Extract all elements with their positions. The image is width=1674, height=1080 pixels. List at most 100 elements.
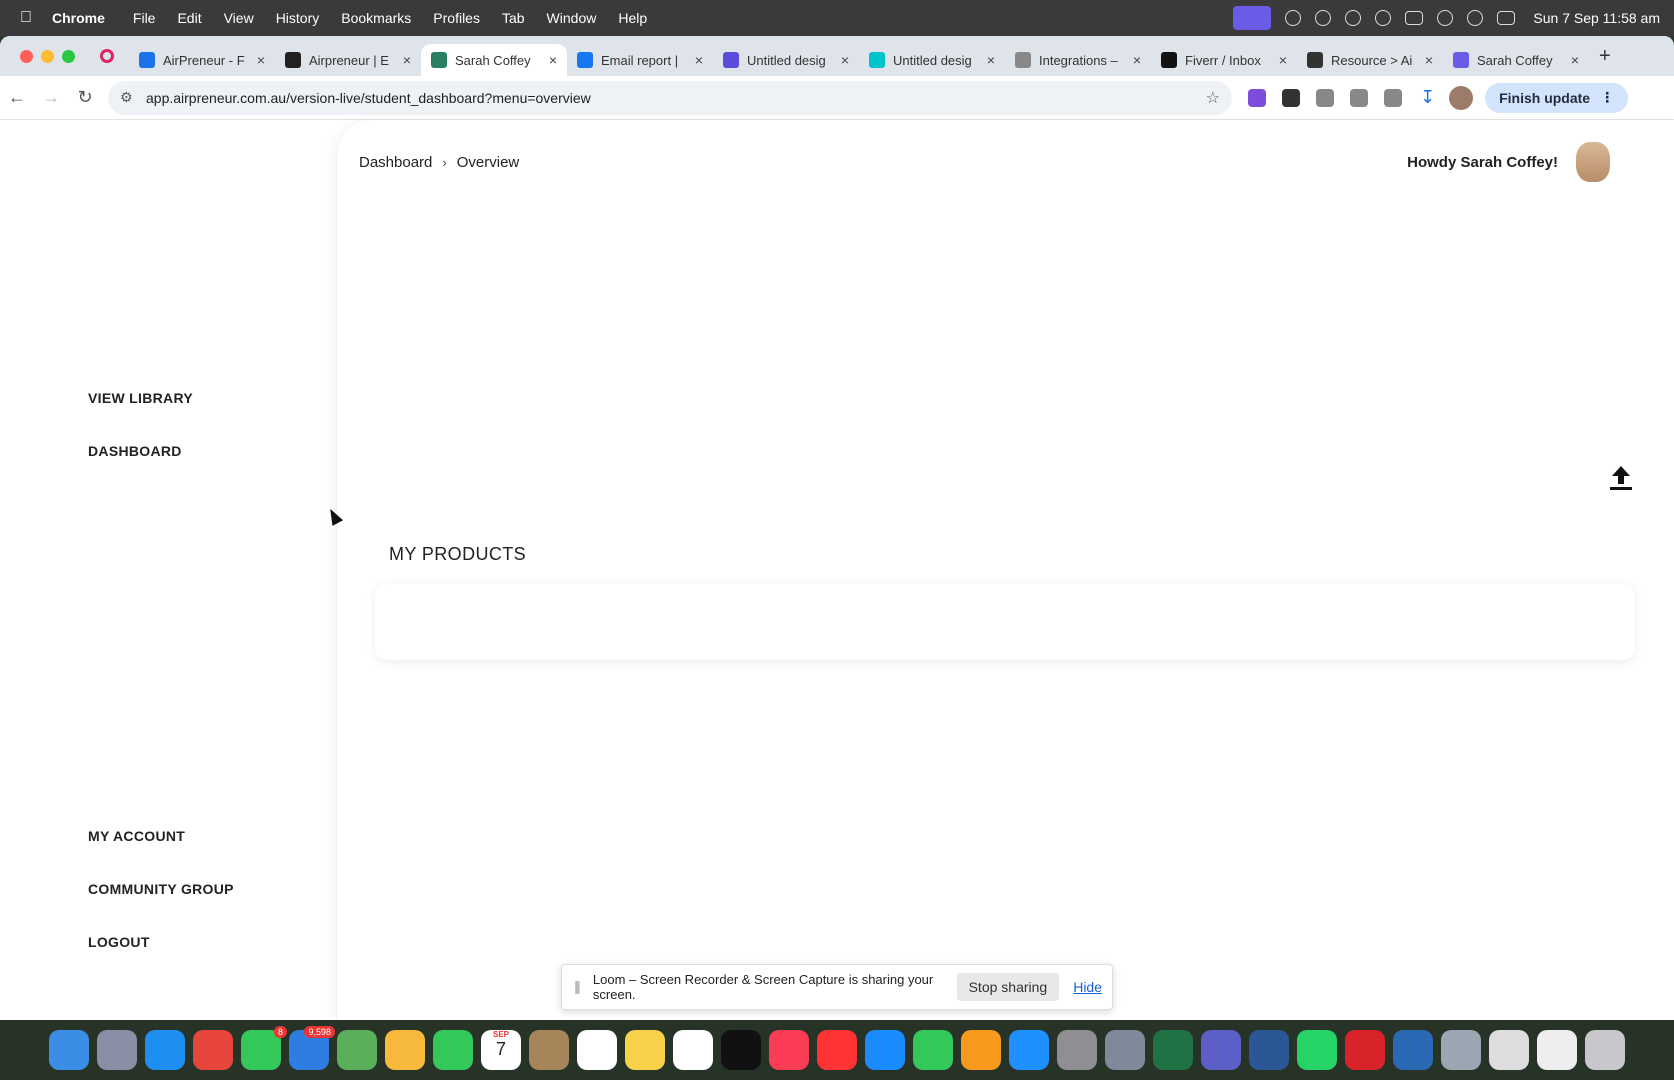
control-center-icon[interactable] bbox=[1497, 11, 1516, 25]
chrome-icon[interactable] bbox=[193, 1030, 233, 1070]
file-stack-icon[interactable] bbox=[1537, 1030, 1577, 1070]
close-tab-icon[interactable]: × bbox=[987, 52, 995, 68]
extension-icon[interactable] bbox=[1282, 88, 1300, 107]
new-tab-button[interactable]: + bbox=[1599, 45, 1611, 68]
menu-edit[interactable]: Edit bbox=[177, 10, 201, 26]
tab-5[interactable]: Untitled desig × bbox=[859, 44, 1005, 76]
menu-help[interactable]: Help bbox=[618, 10, 647, 26]
close-tab-icon[interactable]: × bbox=[1279, 52, 1287, 68]
back-icon[interactable]: ← bbox=[0, 87, 34, 108]
bookmark-star-icon[interactable]: ☆ bbox=[1206, 88, 1220, 108]
music-icon[interactable] bbox=[769, 1030, 809, 1070]
close-tab-icon[interactable]: × bbox=[257, 52, 265, 68]
play-icon[interactable] bbox=[1375, 10, 1392, 26]
notes-icon[interactable] bbox=[625, 1030, 665, 1070]
calendar-icon[interactable]: SEP 7 bbox=[481, 1030, 521, 1070]
numbers-icon[interactable] bbox=[913, 1030, 953, 1070]
loom-extension-icon[interactable] bbox=[1248, 88, 1266, 107]
close-tab-icon[interactable]: × bbox=[695, 52, 703, 68]
screen-share-icon[interactable] bbox=[1233, 6, 1272, 30]
menu-tab[interactable]: Tab bbox=[502, 10, 525, 26]
sidebar-item-community-group[interactable]: COMMUNITY GROUP bbox=[88, 881, 234, 897]
tab-0[interactable]: AirPreneur - F × bbox=[129, 44, 275, 76]
reload-icon[interactable]: ↻ bbox=[68, 87, 102, 108]
tab-2[interactable]: Sarah Coffey × bbox=[421, 44, 567, 76]
maps-icon[interactable] bbox=[337, 1030, 377, 1070]
hide-banner-link[interactable]: Hide bbox=[1073, 979, 1102, 995]
battery-icon[interactable] bbox=[1405, 11, 1424, 25]
menu-view[interactable]: View bbox=[224, 10, 254, 26]
minimize-window-button[interactable] bbox=[41, 49, 54, 63]
menu-window[interactable]: Window bbox=[547, 10, 597, 26]
app-store-icon[interactable] bbox=[1009, 1030, 1049, 1070]
apple-icon[interactable]:  bbox=[0, 9, 52, 27]
sidebar-item-my-account[interactable]: MY ACCOUNT bbox=[88, 828, 185, 844]
acrobat-icon[interactable] bbox=[1345, 1030, 1385, 1070]
close-tab-icon[interactable]: × bbox=[549, 52, 557, 68]
forward-icon[interactable]: → bbox=[34, 87, 68, 108]
tab-6[interactable]: Integrations – × bbox=[1005, 44, 1151, 76]
tab-4[interactable]: Untitled desig × bbox=[713, 44, 859, 76]
document-icon[interactable] bbox=[1489, 1030, 1529, 1070]
pages-icon[interactable] bbox=[961, 1030, 1001, 1070]
upload-icon[interactable] bbox=[1608, 464, 1634, 492]
user-icon[interactable] bbox=[1345, 10, 1362, 26]
facetime-icon[interactable] bbox=[433, 1030, 473, 1070]
menu-app-name[interactable]: Chrome bbox=[52, 10, 105, 26]
cloud-icon[interactable] bbox=[1285, 10, 1302, 26]
breadcrumb-dashboard[interactable]: Dashboard bbox=[359, 154, 432, 171]
close-tab-icon[interactable]: × bbox=[1425, 52, 1433, 68]
site-info-icon[interactable]: ⚙ bbox=[120, 89, 136, 106]
contacts-icon[interactable] bbox=[529, 1030, 569, 1070]
system-settings-icon[interactable] bbox=[1057, 1030, 1097, 1070]
tab-8[interactable]: Resource > Ai × bbox=[1297, 44, 1443, 76]
sidebar-item-view-library[interactable]: VIEW LIBRARY bbox=[88, 390, 193, 406]
tab-7[interactable]: Fiverr / Inbox × bbox=[1151, 44, 1297, 76]
search-icon[interactable] bbox=[1467, 10, 1484, 26]
brain-icon[interactable] bbox=[1315, 10, 1332, 26]
safari-icon[interactable] bbox=[145, 1030, 185, 1070]
camera-icon[interactable] bbox=[1316, 88, 1334, 107]
tab-9[interactable]: Sarah Coffey × bbox=[1443, 44, 1589, 76]
close-tab-icon[interactable]: × bbox=[1133, 52, 1141, 68]
mail-icon[interactable]: 9,598 bbox=[289, 1026, 335, 1070]
finish-update-button[interactable]: Finish update ⋮ bbox=[1485, 82, 1629, 113]
puzzle-extensions-icon[interactable] bbox=[1350, 88, 1368, 107]
tab-search-icon[interactable] bbox=[1384, 88, 1402, 107]
menu-history[interactable]: History bbox=[276, 10, 320, 26]
user-avatar[interactable] bbox=[1576, 142, 1610, 182]
freeform-icon[interactable] bbox=[673, 1030, 713, 1070]
teams-icon[interactable] bbox=[1201, 1030, 1241, 1070]
excel-icon[interactable] bbox=[1153, 1030, 1193, 1070]
launchpad-icon[interactable] bbox=[97, 1030, 137, 1070]
reminders-icon[interactable] bbox=[577, 1030, 617, 1070]
drag-handle-icon[interactable]: ❚ bbox=[572, 979, 583, 995]
tab-1[interactable]: Airpreneur | E × bbox=[275, 44, 421, 76]
download-icon[interactable]: ↧ bbox=[1420, 87, 1435, 108]
recording-tab[interactable] bbox=[93, 49, 121, 63]
url-text[interactable]: app.airpreneur.com.au/version-live/stude… bbox=[146, 90, 1206, 106]
keynote-icon[interactable] bbox=[865, 1030, 905, 1070]
stop-sharing-button[interactable]: Stop sharing bbox=[956, 973, 1060, 1001]
more-menu-icon[interactable]: ⋮ bbox=[1600, 89, 1614, 106]
address-bar[interactable]: ⚙ app.airpreneur.com.au/version-live/stu… bbox=[108, 80, 1232, 115]
trash-icon[interactable] bbox=[1585, 1030, 1625, 1070]
whatsapp-icon[interactable] bbox=[1297, 1030, 1337, 1070]
sidebar-item-dashboard[interactable]: DASHBOARD bbox=[88, 443, 182, 459]
wifi-icon[interactable] bbox=[1437, 10, 1454, 26]
close-window-button[interactable] bbox=[20, 49, 33, 63]
finder-icon[interactable] bbox=[49, 1030, 89, 1070]
close-tab-icon[interactable]: × bbox=[1571, 52, 1579, 68]
profile-avatar[interactable] bbox=[1449, 85, 1474, 110]
pencil-app-icon[interactable] bbox=[1105, 1030, 1145, 1070]
maximize-window-button[interactable] bbox=[62, 49, 75, 63]
menu-file[interactable]: File bbox=[133, 10, 156, 26]
apple-tv-icon[interactable] bbox=[721, 1030, 761, 1070]
menu-profiles[interactable]: Profiles bbox=[433, 10, 480, 26]
word-icon[interactable] bbox=[1249, 1030, 1289, 1070]
menu-bookmarks[interactable]: Bookmarks bbox=[341, 10, 411, 26]
preview-icon[interactable] bbox=[1441, 1030, 1481, 1070]
sidebar-item-logout[interactable]: LOGOUT bbox=[88, 934, 150, 950]
close-tab-icon[interactable]: × bbox=[403, 52, 411, 68]
photos-icon[interactable] bbox=[385, 1030, 425, 1070]
